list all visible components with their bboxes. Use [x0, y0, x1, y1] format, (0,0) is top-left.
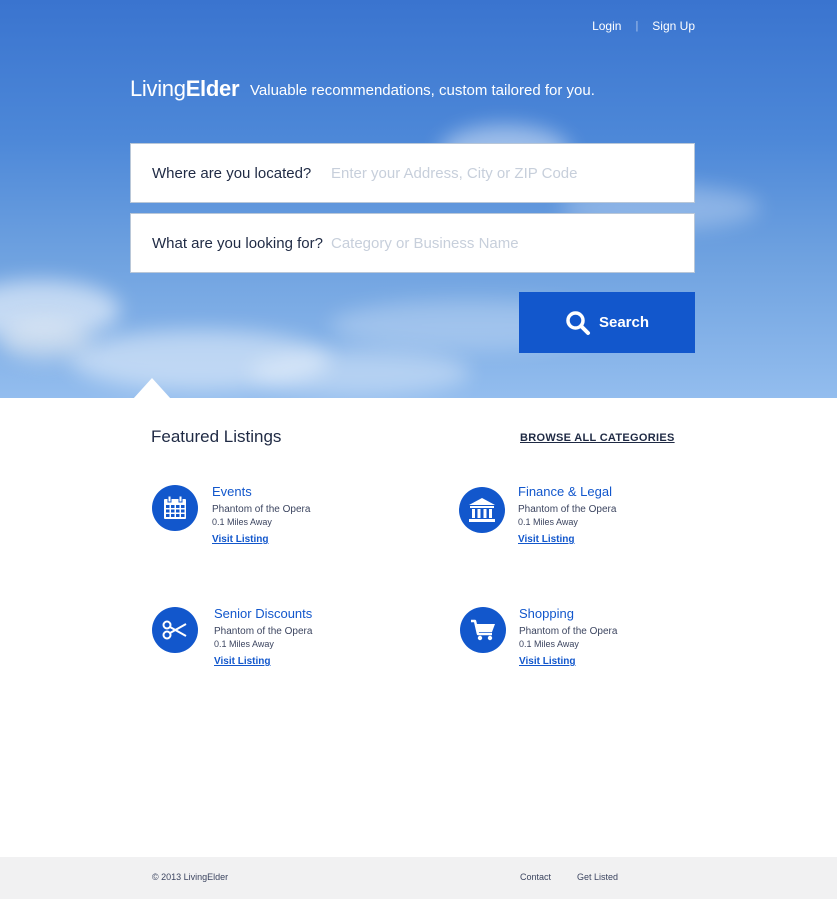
login-link[interactable]: Login: [592, 19, 621, 33]
listing-distance: 0.1 Miles Away: [519, 639, 579, 649]
listing-name: Phantom of the Opera: [212, 504, 311, 515]
footer: © 2013 LivingElder Contact Get Listed: [0, 857, 837, 899]
visit-listing-link[interactable]: Visit Listing: [518, 534, 575, 545]
cloud-decoration: [250, 350, 470, 395]
listing-icon-circle: [459, 487, 505, 533]
listing-category[interactable]: Finance & Legal: [518, 484, 616, 499]
location-field[interactable]: Where are you located?: [130, 143, 695, 203]
top-nav: Login | Sign Up: [592, 19, 695, 33]
calendar-icon: [164, 495, 186, 519]
tagline: Valuable recommendations, custom tailore…: [250, 82, 595, 99]
search-button-label: Search: [598, 314, 650, 331]
hero-banner: Login | Sign Up LivingElder Valuable rec…: [0, 0, 837, 398]
listing-name: Phantom of the Opera: [518, 504, 617, 515]
listing-category[interactable]: Shopping: [519, 606, 617, 621]
bank-icon: [469, 498, 495, 522]
location-label: Where are you located?: [152, 164, 312, 182]
visit-listing-link[interactable]: Visit Listing: [212, 534, 269, 545]
search-icon: [566, 310, 590, 335]
listing-distance: 0.1 Miles Away: [518, 517, 578, 527]
listing-icon-circle: [460, 607, 506, 653]
logo-bold-text: Elder: [185, 76, 240, 101]
copyright-text: © 2013 LivingElder: [152, 872, 229, 882]
hero-notch: [133, 378, 171, 398]
listing-name: Phantom of the Opera: [214, 626, 313, 637]
listing-icon-circle: [152, 485, 198, 531]
listing-name: Phantom of the Opera: [519, 626, 618, 637]
location-input[interactable]: [331, 164, 661, 182]
signup-link[interactable]: Sign Up: [652, 19, 695, 33]
logo-light-text: Living: [130, 76, 186, 101]
listing-category[interactable]: Senior Discounts: [214, 606, 312, 621]
search-button[interactable]: Search: [519, 292, 695, 353]
visit-listing-link[interactable]: Visit Listing: [519, 656, 576, 667]
listing-category[interactable]: Events: [212, 484, 310, 499]
query-field[interactable]: What are you looking for?: [130, 213, 695, 273]
logo[interactable]: LivingElder: [130, 76, 240, 102]
browse-all-link[interactable]: BROWSE ALL CATEGORIES: [520, 432, 675, 444]
visit-listing-link[interactable]: Visit Listing: [214, 656, 271, 667]
get-listed-link[interactable]: Get Listed: [577, 872, 618, 882]
contact-link[interactable]: Contact: [520, 872, 551, 882]
nav-separator: |: [635, 20, 639, 32]
query-label: What are you looking for?: [152, 234, 323, 252]
cart-icon: [471, 619, 495, 641]
featured-title: Featured Listings: [151, 427, 282, 446]
listing-icon-circle: [152, 607, 198, 653]
listing-distance: 0.1 Miles Away: [214, 639, 274, 649]
cloud-decoration: [0, 320, 90, 360]
query-input[interactable]: [331, 234, 661, 252]
scissors-icon: [162, 620, 187, 640]
listing-distance: 0.1 Miles Away: [212, 517, 272, 527]
